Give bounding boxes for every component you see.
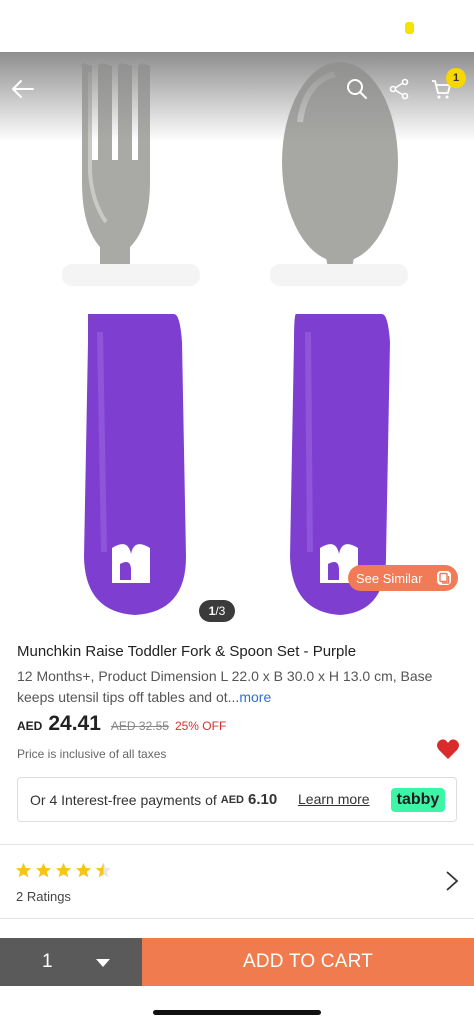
share-button[interactable]: [384, 74, 414, 104]
divider: [0, 918, 474, 919]
quantity-selector[interactable]: 1: [0, 938, 142, 986]
cart-count-badge: 1: [446, 68, 466, 88]
see-similar-label: See Similar: [356, 570, 423, 586]
status-bar: [0, 0, 474, 52]
star-icon: [35, 862, 52, 878]
back-button[interactable]: [8, 74, 38, 104]
quantity-value: 1: [42, 951, 53, 972]
product-title: Munchkin Raise Toddler Fork & Spoon Set …: [17, 643, 357, 660]
pager-total: /3: [215, 604, 226, 618]
discount-badge: 25% OFF: [174, 719, 227, 733]
see-similar-icon: [437, 571, 451, 585]
installment-banner: Or 4 Interest-free payments of AED 6.10 …: [17, 777, 457, 822]
wishlist-heart-icon[interactable]: [436, 738, 460, 760]
divider: [0, 844, 474, 845]
home-indicator: [153, 1010, 321, 1015]
installment-amount: 6.10: [247, 791, 278, 808]
back-arrow-icon: [12, 80, 34, 98]
learn-more-link[interactable]: Learn more: [298, 791, 370, 807]
search-icon: [347, 79, 367, 99]
star-rating: [15, 862, 112, 879]
status-indicator: [405, 22, 414, 34]
bottom-action-bar: 1 ADD TO CART: [0, 938, 474, 986]
old-price: AED 32.55: [110, 719, 169, 733]
installment-prefix: Or 4 Interest-free payments of: [30, 791, 217, 808]
tax-note: Price is inclusive of all taxes: [17, 747, 167, 761]
star-icon: [55, 862, 72, 878]
ratings-count: 2 Ratings: [16, 889, 71, 904]
half-star-icon: [95, 862, 112, 878]
star-icon: [75, 862, 92, 878]
current-price: 24.41: [48, 712, 101, 735]
share-icon: [389, 78, 409, 100]
image-pager: 1/3: [199, 600, 235, 622]
cart-button[interactable]: 1: [426, 68, 466, 104]
more-link[interactable]: more: [239, 689, 271, 705]
description-text: 12 Months+, Product Dimension L 22.0 x B…: [17, 668, 433, 705]
pager-current: 1: [208, 604, 216, 618]
price-row: AED 24.41 AED 32.55 25% OFF: [17, 712, 226, 736]
ratings-row[interactable]: 2 Ratings: [0, 846, 474, 918]
fork-illustration: [62, 63, 200, 615]
search-button[interactable]: [342, 74, 372, 104]
spoon-illustration: [270, 62, 408, 615]
add-to-cart-button[interactable]: ADD TO CART: [142, 938, 474, 986]
product-image-gallery[interactable]: 1 See Similar 1/3: [0, 52, 474, 628]
price-currency: AED: [17, 719, 43, 733]
star-icon: [15, 862, 32, 878]
installment-currency: AED: [220, 793, 244, 806]
see-similar-button[interactable]: See Similar: [348, 565, 458, 591]
chevron-right-icon: [446, 871, 459, 891]
tabby-logo: tabby: [391, 788, 445, 812]
chevron-down-icon: [96, 959, 110, 967]
product-description: 12 Months+, Product Dimension L 22.0 x B…: [17, 666, 457, 708]
